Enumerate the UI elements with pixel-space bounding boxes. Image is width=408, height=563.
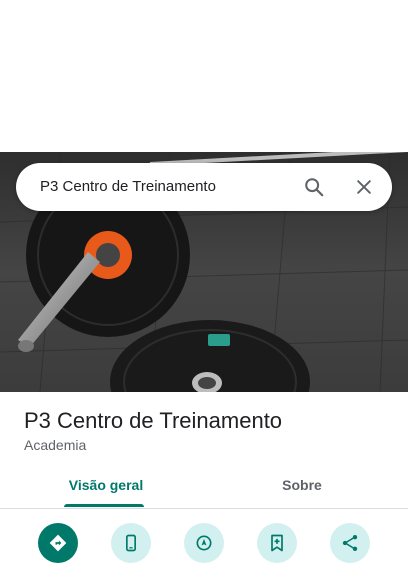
tab-overview[interactable]: Visão geral	[8, 466, 204, 508]
top-blank-area	[0, 0, 408, 152]
action-buttons-row	[0, 520, 408, 563]
navigate-button[interactable]	[184, 523, 224, 563]
call-button[interactable]	[111, 523, 151, 563]
search-bar[interactable]: P3 Centro de Treinamento	[16, 163, 392, 211]
directions-icon	[49, 534, 67, 552]
tab-bar: Visão geral Sobre	[0, 466, 408, 508]
share-button[interactable]	[330, 523, 370, 563]
directions-button[interactable]	[38, 523, 78, 563]
save-icon	[271, 534, 283, 552]
place-category[interactable]: Academia	[24, 437, 86, 453]
close-button[interactable]	[346, 169, 382, 205]
phone-icon	[126, 534, 136, 552]
share-icon	[342, 535, 358, 551]
active-tab-indicator	[64, 504, 144, 507]
search-query-text[interactable]: P3 Centro de Treinamento	[40, 163, 216, 211]
close-icon	[357, 180, 371, 194]
save-button[interactable]	[257, 523, 297, 563]
search-button[interactable]	[296, 169, 332, 205]
navigate-icon	[196, 535, 212, 551]
tab-about[interactable]: Sobre	[204, 466, 400, 508]
place-title: P3 Centro de Treinamento	[24, 408, 283, 433]
search-icon	[305, 178, 324, 197]
tabs-divider	[0, 508, 408, 509]
